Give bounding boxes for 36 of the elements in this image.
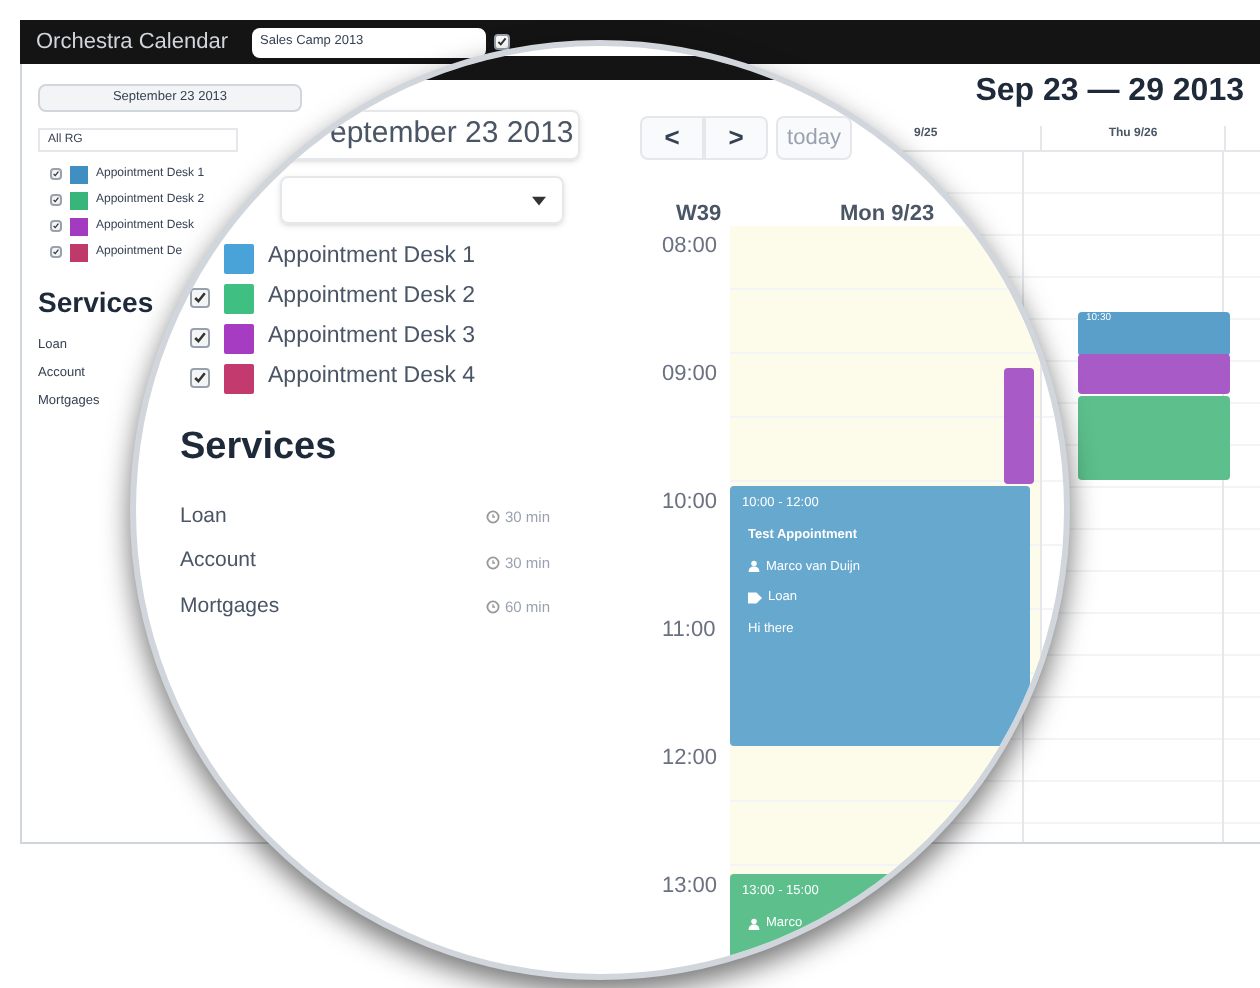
checkbox[interactable] (50, 220, 62, 232)
checkbox[interactable] (190, 368, 210, 388)
services-heading: Services (38, 284, 154, 322)
week-number: W39 (676, 200, 722, 230)
checkbox[interactable] (50, 168, 62, 180)
service-name[interactable]: Loan (180, 501, 227, 533)
time-label: 10:00 (662, 488, 718, 518)
time-label: 09:00 (662, 360, 718, 390)
checkbox[interactable] (190, 288, 210, 308)
clock-icon (486, 509, 501, 524)
time-label: 08:00 (662, 232, 718, 262)
service-name[interactable]: Mortgages (180, 592, 280, 624)
person-icon (748, 917, 760, 930)
time-label: 11:00 (662, 616, 718, 646)
clock-icon (486, 555, 501, 570)
checkbox[interactable] (494, 34, 510, 50)
person-icon (748, 560, 760, 573)
desk-label[interactable]: Appointment Desk 3 (268, 320, 476, 356)
checkbox[interactable] (190, 328, 210, 348)
service-name[interactable]: Account (180, 546, 256, 578)
time-label: 13:00 (662, 872, 718, 902)
checkbox[interactable] (50, 194, 62, 206)
day-header: Mon 9/23 (840, 200, 935, 230)
tag-icon (748, 592, 762, 605)
desk-label[interactable]: Appointment Desk 2 (268, 280, 476, 316)
clock-icon (486, 600, 501, 615)
services-heading: Services (180, 424, 339, 472)
desk-label[interactable]: Appointment Desk 1 (268, 240, 476, 276)
calendar-title: Sep 23 — 29 2013 (975, 72, 1246, 112)
desk-label[interactable]: Appointment Desk 4 (268, 360, 476, 396)
next-button[interactable]: > (704, 116, 768, 160)
checkbox[interactable] (50, 246, 62, 258)
time-label: 12:00 (662, 744, 718, 774)
previous-button[interactable]: < (640, 116, 704, 160)
caret-icon (532, 195, 546, 205)
app-title: Orchestra Calendar (36, 27, 228, 58)
